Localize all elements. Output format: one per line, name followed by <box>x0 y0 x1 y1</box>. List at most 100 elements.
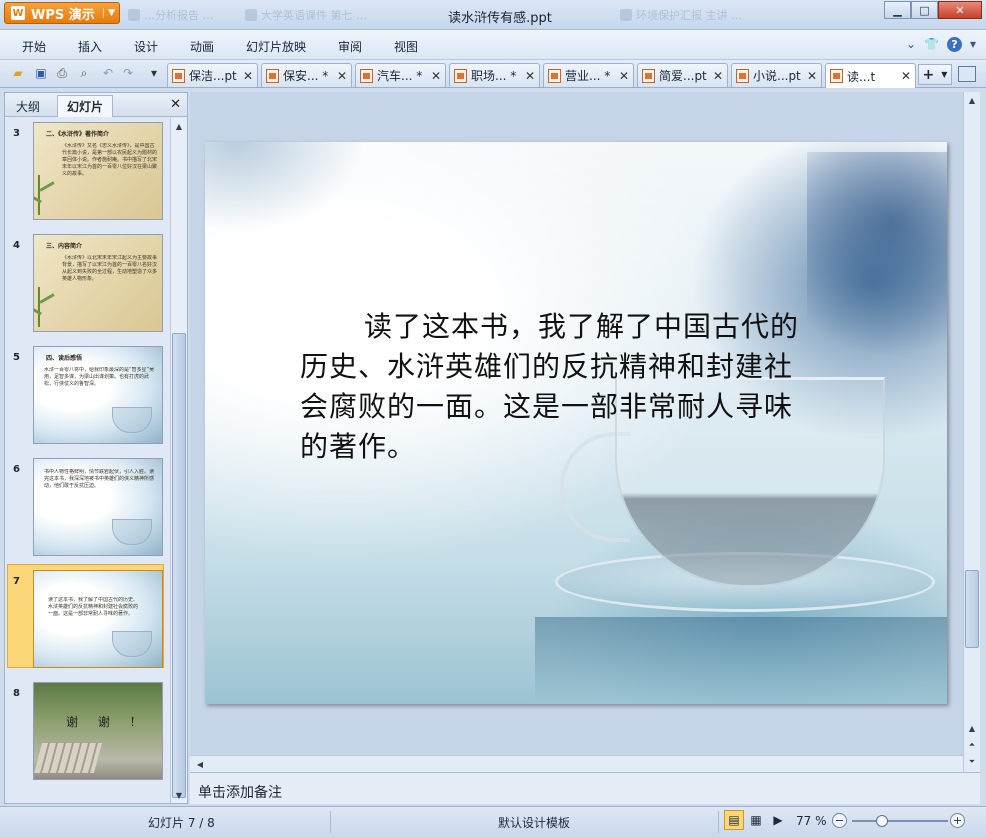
ppt-file-icon <box>172 68 185 83</box>
background-window-tab[interactable]: …分析报告 … <box>128 6 214 24</box>
close-window-button[interactable]: ✕ <box>938 1 982 19</box>
wps-logo-icon: W <box>11 6 25 20</box>
close-icon[interactable]: ✕ <box>431 69 441 83</box>
customize-toolbar-icon[interactable]: ▾ <box>146 65 162 81</box>
close-icon[interactable]: ✕ <box>243 69 253 83</box>
scrollbar-thumb[interactable] <box>172 333 186 798</box>
close-icon[interactable]: ✕ <box>901 69 911 83</box>
doc-tab-active[interactable]: 读...t ✕ <box>825 63 916 88</box>
slide-number: 8 <box>13 688 20 699</box>
zoom-out-button[interactable]: − <box>832 813 847 828</box>
ppt-file-icon <box>642 68 655 83</box>
ppt-file-icon <box>360 68 373 83</box>
menu-animation[interactable]: 动画 <box>190 38 214 55</box>
close-icon[interactable]: ✕ <box>525 69 535 83</box>
slide-thumbnail[interactable]: 8 谢 谢 ！ <box>13 682 163 782</box>
zoom-slider-handle[interactable] <box>875 815 888 827</box>
skin-icon[interactable]: 👕 <box>924 37 939 52</box>
close-icon[interactable]: ✕ <box>807 69 817 83</box>
menu-slideshow[interactable]: 幻灯片放映 <box>246 38 306 55</box>
minimize-button[interactable]: ▁ <box>884 1 911 19</box>
save-icon[interactable]: ▣ <box>33 65 49 81</box>
scroll-left-icon[interactable]: ◀ <box>192 756 208 772</box>
window-layout-icon[interactable] <box>958 66 976 82</box>
status-bar: 幻灯片 7 / 8 默认设计模板 ▤ ▦ ▶ 77 % − + <box>0 806 986 837</box>
next-slide-icon[interactable]: ⏷ <box>964 754 980 770</box>
chevron-down-icon[interactable]: ▾ <box>970 37 976 52</box>
vertical-scrollbar[interactable]: ▲ ▲ ⏶ ⏷ <box>963 92 980 772</box>
close-icon[interactable]: ✕ <box>713 69 723 83</box>
ppt-file-icon <box>736 68 749 83</box>
doc-icon <box>620 9 632 21</box>
slide-counter: 幻灯片 7 / 8 <box>148 816 215 830</box>
scroll-decoration <box>34 743 103 773</box>
maximize-button[interactable]: □ <box>911 1 938 19</box>
water-reflection-decoration <box>535 617 947 704</box>
print-icon[interactable]: ⎙ <box>54 65 70 81</box>
horizontal-scrollbar[interactable]: ◀ <box>190 755 963 772</box>
app-menu-button[interactable]: W WPS 演示 ▼ <box>4 2 120 24</box>
slide-body-text[interactable]: 读了这本书，我了解了中国古代的历史、水浒英雄们的反抗精神和封建社会腐败的一面。这… <box>300 307 820 467</box>
tab-slides[interactable]: 幻灯片 <box>57 95 114 117</box>
doc-tab[interactable]: 职场... * ✕ <box>449 63 540 87</box>
slide-thumbnail[interactable]: 4 三、内容简介 《水浒传》以北宋末年宋江起义为主要故事背景，描写了以宋江为首的… <box>13 234 163 334</box>
slide-canvas[interactable]: 读了这本书，我了解了中国古代的历史、水浒英雄们的反抗精神和封建社会腐败的一面。这… <box>205 142 947 704</box>
doc-tab[interactable]: 汽车... * ✕ <box>355 63 446 87</box>
panel-tabs: 大纲 幻灯片 ✕ <box>5 93 187 117</box>
thumbnail-scrollbar[interactable]: ▲ ▼ <box>170 118 187 803</box>
scroll-up-icon[interactable]: ▲ <box>964 92 980 108</box>
new-tab-button[interactable]: + ▼ <box>918 64 952 85</box>
menu-view[interactable]: 视图 <box>394 38 418 55</box>
slide-thumbnail[interactable]: 6 书中人物性格鲜明，情节跌宕起伏，引人入胜。读完这本书，我深深地被书中英雄们的… <box>13 458 163 558</box>
zoom-slider[interactable] <box>852 820 948 822</box>
slide-thumbnail-selected[interactable]: 7 读了这本书，我了解了中国古代的历史、水浒英雄们的反抗精神和封建社会腐败的一面… <box>7 564 164 670</box>
redo-icon[interactable]: ↷ <box>120 65 136 81</box>
scroll-up-icon[interactable]: ▲ <box>964 720 980 736</box>
zoom-in-button[interactable]: + <box>950 813 965 828</box>
close-icon[interactable]: ✕ <box>337 69 347 83</box>
slide-editor: 读了这本书，我了解了中国古代的历史、水浒英雄们的反抗精神和封建社会腐败的一面。这… <box>190 92 980 772</box>
background-window-tab[interactable]: 环境保护汇报 主讲 … <box>620 6 742 24</box>
slide-number: 7 <box>13 576 20 587</box>
slide-thumbnail[interactable]: 5 四、读后感悟 水浒一百零八将中，给我印象最深的是“智多星”吴用，足智多谋，为… <box>13 346 163 446</box>
scroll-down-icon[interactable]: ▼ <box>171 787 187 803</box>
open-folder-icon[interactable]: ▰ <box>10 65 26 81</box>
window-title: 读水浒传有感.ppt <box>448 11 552 26</box>
doc-tab[interactable]: 营业... * ✕ <box>543 63 634 87</box>
menu-home[interactable]: 开始 <box>22 38 46 55</box>
normal-view-icon[interactable]: ▤ <box>724 810 744 830</box>
teacup-decoration <box>112 519 152 545</box>
tab-outline[interactable]: 大纲 <box>7 95 49 117</box>
scroll-up-icon[interactable]: ▲ <box>171 118 187 134</box>
thumbnail-image: 谢 谢 ！ <box>33 682 163 780</box>
chevron-down-icon[interactable]: ⌄ <box>906 37 916 52</box>
slide-thumbnail[interactable]: 3 二、《水浒传》著作简介 《水浒传》又名《忠义水浒传》，是中国古代长篇小说，是… <box>13 122 163 222</box>
doc-tab[interactable]: 简爱...pt ✕ <box>637 63 728 87</box>
previous-slide-icon[interactable]: ⏶ <box>964 737 980 753</box>
slideshow-view-icon[interactable]: ▶ <box>768 810 788 830</box>
doc-tab[interactable]: 保安... * ✕ <box>261 63 352 87</box>
slide-number: 3 <box>13 128 20 139</box>
ink-branch-decoration <box>205 142 365 232</box>
doc-icon <box>128 9 140 21</box>
undo-icon[interactable]: ↶ <box>100 65 116 81</box>
thumbnail-image: 四、读后感悟 水浒一百零八将中，给我印象最深的是“智多星”吴用，足智多谋，为梁山… <box>33 346 163 444</box>
menu-insert[interactable]: 插入 <box>78 38 102 55</box>
menu-design[interactable]: 设计 <box>134 38 158 55</box>
background-window-tab[interactable]: 大学英语课件 第七 … <box>245 6 367 24</box>
help-icon[interactable]: ? <box>946 37 962 52</box>
print-preview-icon[interactable]: ⌕ <box>76 65 92 81</box>
doc-tab[interactable]: 保洁...pt ✕ <box>167 63 258 87</box>
thumbnail-image: 读了这本书，我了解了中国古代的历史、水浒英雄们的反抗精神和封建社会腐败的一面。这… <box>33 570 163 668</box>
notes-placeholder[interactable]: 单击添加备注 <box>198 782 282 802</box>
window-controls: ▁ □ ✕ <box>884 1 982 19</box>
doc-tab[interactable]: 小说...pt ✕ <box>731 63 822 87</box>
scrollbar-thumb[interactable] <box>965 570 979 648</box>
ppt-file-icon <box>266 68 279 83</box>
close-icon[interactable]: ✕ <box>170 97 181 112</box>
notes-pane[interactable]: 单击添加备注 <box>190 772 980 804</box>
menu-review[interactable]: 审阅 <box>338 38 362 55</box>
app-name: WPS 演示 <box>31 7 95 23</box>
slide-sorter-view-icon[interactable]: ▦ <box>746 810 766 830</box>
close-icon[interactable]: ✕ <box>619 69 629 83</box>
